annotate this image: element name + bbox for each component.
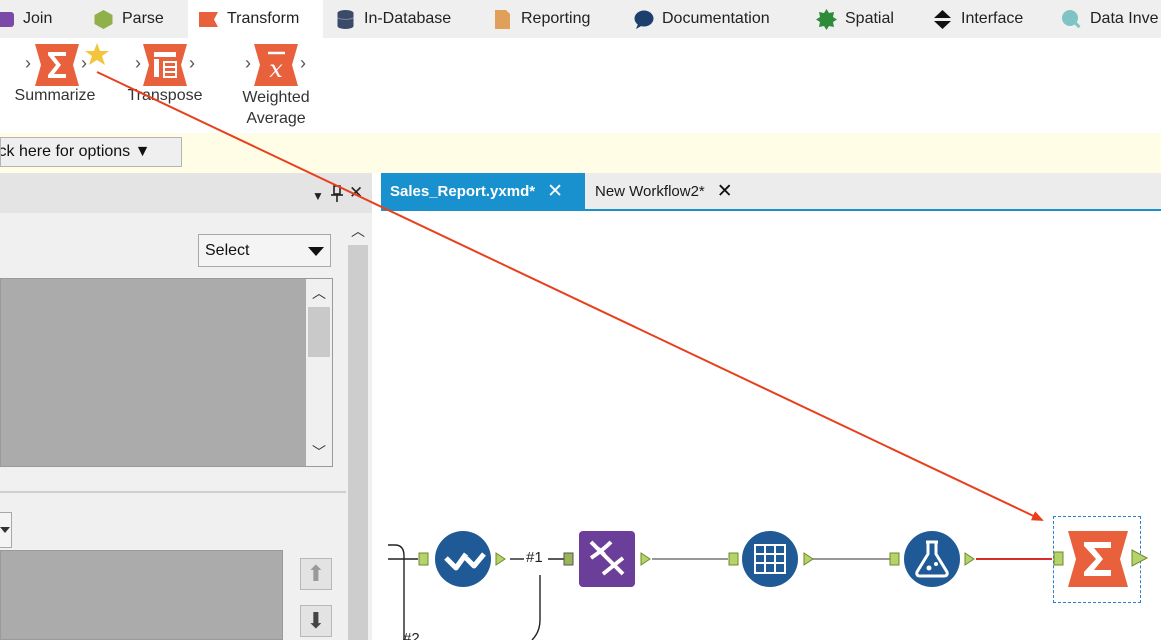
data-investigation-category-icon [1062,9,1081,28]
options-bar: ick here for options ▼ [0,133,1161,173]
workflow-tab-bar: Sales_Report.yxmd* ✕ New Workflow2* ✕ [381,173,1161,211]
category-tab-label: Transform [227,10,300,27]
tab-label: New Workflow2* [595,182,705,200]
tool-summarize[interactable]: › › Summarize [5,40,109,104]
category-tab-label: In-Database [364,10,452,27]
tool-category-tabs: Join Parse Transform In-Database Reporti… [0,0,1161,38]
category-tab-label: Reporting [521,10,591,27]
category-tab-interface[interactable]: Interface [932,0,1023,38]
select-dropdown-value: Select [205,241,250,259]
panel-header: ▼ ✕ [0,173,372,213]
tool-node-dna[interactable] [563,530,655,588]
tool-node-summarize[interactable] [1052,528,1152,590]
pin-icon[interactable] [331,185,343,203]
parse-category-icon [94,9,113,29]
category-tab-parse[interactable]: Parse [93,0,164,38]
scrollbar-thumb[interactable] [308,307,330,357]
documentation-category-icon [634,10,654,29]
chevron-right-icon: › [135,53,141,73]
category-tab-label: Documentation [662,10,770,27]
transpose-icon [143,44,187,86]
database-category-icon [337,9,354,29]
transform-category-icon [199,11,218,27]
app-window: Join Parse Transform In-Database Reporti… [0,0,1161,640]
category-tab-transform[interactable]: Transform [188,0,323,38]
tab-sales-report[interactable]: Sales_Report.yxmd* ✕ [381,173,585,209]
tool-label-weighted-average-line2: Average [246,110,306,127]
tool-node-formula[interactable] [889,530,979,588]
move-up-button[interactable]: ⬆ [300,558,332,590]
arrow-up-icon: ⬆ [306,561,326,586]
svg-text:x: x [269,55,283,83]
chevron-down-icon [0,527,10,533]
options-button[interactable]: ick here for options ▼ [0,137,182,167]
tool-label-summarize: Summarize [14,87,96,104]
sigma-icon [35,44,79,86]
tool-node-grid[interactable] [728,530,816,588]
category-tab-spatial[interactable]: Spatial [816,0,894,38]
action-dropdown[interactable] [0,512,12,548]
chevron-right-icon: › [189,53,195,73]
category-tab-in-database[interactable]: In-Database [335,0,451,38]
chevron-right-icon: › [25,53,31,73]
options-button-label: ick here for options ▼ [0,143,151,160]
category-tab-data-investigation[interactable]: Data Inve [1061,0,1158,38]
scrollbar-thumb[interactable] [348,245,368,640]
spatial-category-icon [816,8,837,30]
tab-label: Sales_Report.yxmd* [390,182,536,200]
interface-category-icon [934,9,951,29]
connection-label: #2 [403,630,420,640]
tool-label-weighted-average-line1: Weighted [242,89,310,106]
tool-transpose[interactable]: › › Transpose [115,40,215,104]
select-dropdown[interactable]: Select [198,234,331,267]
field-list[interactable]: ︿ ﹀ [0,278,333,467]
chevron-down-icon [308,247,324,256]
connection-label: #1 [526,549,543,566]
chevron-right-icon: › [245,53,251,73]
tab-new-workflow2[interactable]: New Workflow2* ✕ [595,173,733,209]
tool-ribbon: › › Summarize › › Transpose › x › Weight… [0,38,1161,133]
scroll-up-icon[interactable]: ︿ [306,283,332,303]
field-list-scrollbar[interactable]: ︿ ﹀ [306,279,332,466]
x-bar-icon: x [254,44,298,86]
category-tab-reporting[interactable]: Reporting [492,0,590,38]
panel-divider [0,491,346,493]
tool-node-select[interactable] [418,530,516,588]
tool-weighted-average[interactable]: › x › Weighted Average [226,40,326,127]
close-icon[interactable]: ✕ [717,180,733,203]
configuration-panel: ▼ ✕ Select ︿ ﹀ ︿ ⬆ ⬇ [0,173,372,640]
category-tab-label: Parse [122,10,164,27]
action-list[interactable] [0,550,283,640]
scroll-up-icon[interactable]: ︿ [346,221,370,241]
chevron-right-icon: › [300,53,306,73]
category-tab-label: Interface [961,10,1024,27]
category-tab-label: Data Inve [1090,10,1159,27]
star-icon[interactable] [85,43,109,66]
move-down-button[interactable]: ⬇ [300,605,332,637]
category-tab-documentation[interactable]: Documentation [633,0,770,38]
panel-close-icon[interactable]: ✕ [349,183,363,203]
category-tab-label: Join [23,10,53,27]
tool-label-transpose: Transpose [127,87,203,104]
panel-menu-icon[interactable]: ▼ [312,186,324,206]
scroll-down-icon[interactable]: ﹀ [306,442,332,462]
reporting-category-icon [495,9,510,29]
category-tab-join[interactable]: Join [0,0,52,38]
join-category-icon [0,11,14,27]
panel-scrollbar[interactable]: ︿ [346,217,370,640]
close-icon[interactable]: ✕ [547,180,563,203]
category-tab-label: Spatial [845,10,894,27]
arrow-down-icon: ⬇ [306,608,326,633]
